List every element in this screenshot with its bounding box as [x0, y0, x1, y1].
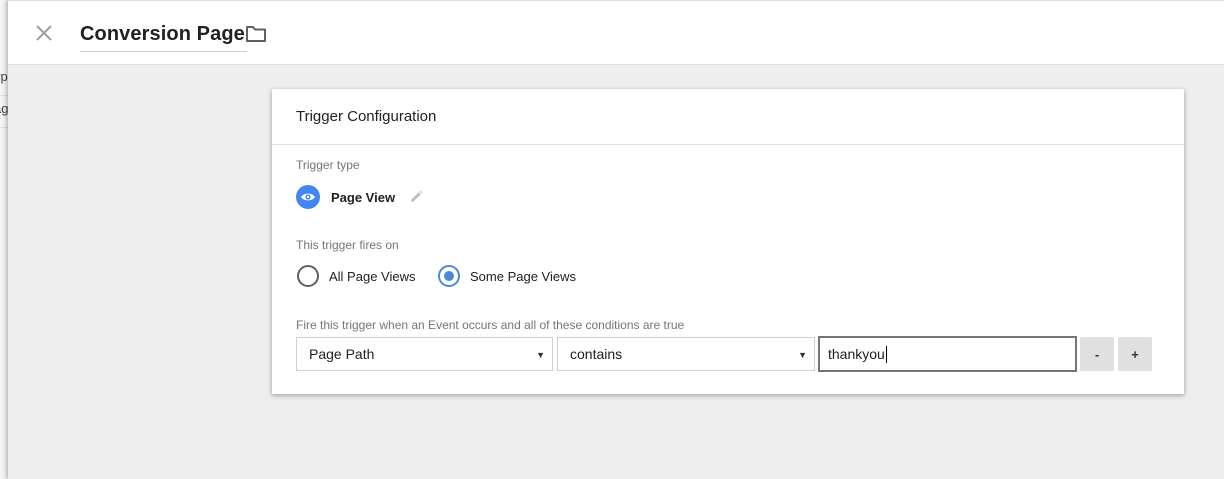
background-text-fragment: yp: [0, 69, 8, 84]
trigger-configuration-card: Trigger Configuration Trigger type Page …: [272, 89, 1184, 394]
radio-some-page-views[interactable]: Some Page Views: [438, 264, 576, 288]
add-condition-button[interactable]: +: [1118, 337, 1152, 371]
sheet-header: Conversion Page: [8, 0, 1224, 65]
page-title: Conversion Page: [80, 23, 245, 45]
radio-button-unselected[interactable]: [297, 265, 319, 287]
eye-icon: [296, 185, 320, 209]
variable-select[interactable]: Page Path ▼: [296, 337, 553, 371]
variable-select-value: Page Path: [309, 346, 375, 362]
fires-on-label: This trigger fires on: [296, 238, 399, 252]
operator-select-value: contains: [570, 346, 623, 362]
condition-label: Fire this trigger when an Event occurs a…: [296, 318, 685, 332]
condition-value-text: thankyou: [828, 346, 885, 362]
radio-button-selected[interactable]: [438, 265, 460, 287]
radio-label: All Page Views: [329, 268, 416, 284]
condition-value-input[interactable]: thankyou: [818, 336, 1077, 372]
trigger-editor-sheet: Conversion Page Trigger Configuration Tr…: [8, 0, 1224, 479]
pencil-icon[interactable]: [409, 190, 423, 204]
remove-condition-button[interactable]: -: [1080, 337, 1114, 371]
close-icon[interactable]: [32, 21, 56, 45]
text-cursor: [885, 345, 887, 363]
card-title: Trigger Configuration: [296, 108, 437, 125]
dropdown-arrow-icon: ▼: [798, 350, 807, 360]
trigger-name-field[interactable]: Conversion Page: [80, 20, 247, 52]
trigger-type-selector[interactable]: Page View: [296, 185, 423, 209]
trigger-type-label: Trigger type: [296, 158, 360, 172]
radio-all-page-views[interactable]: All Page Views: [297, 264, 415, 288]
operator-select[interactable]: contains ▼: [557, 337, 815, 371]
card-header: Trigger Configuration: [272, 89, 1184, 145]
folder-icon[interactable]: [245, 24, 267, 44]
trigger-type-name: Page View: [331, 189, 396, 205]
dropdown-arrow-icon: ▼: [536, 350, 545, 360]
radio-label: Some Page Views: [470, 268, 576, 284]
